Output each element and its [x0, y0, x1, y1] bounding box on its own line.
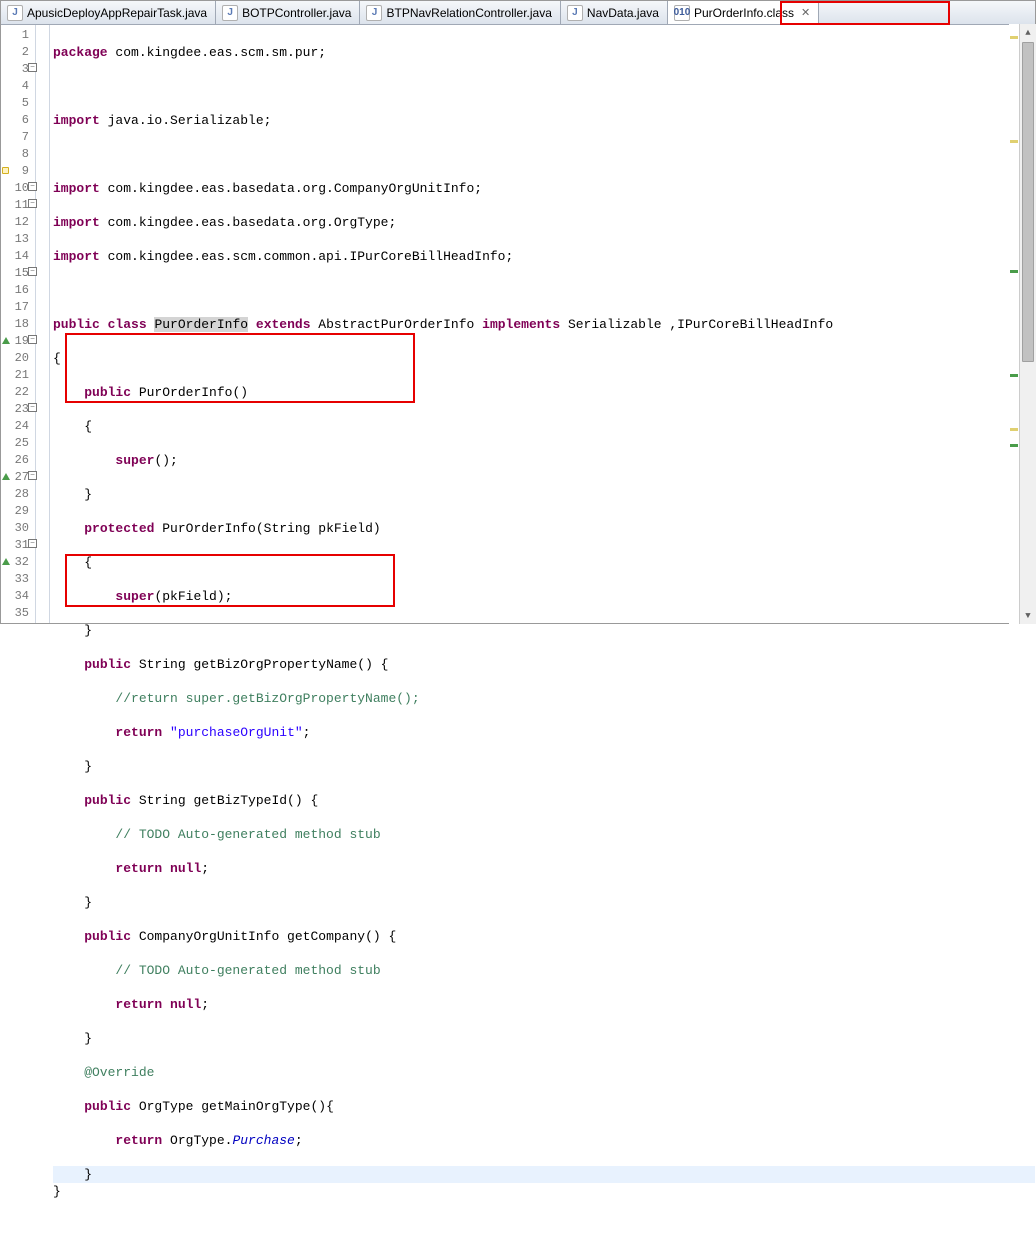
line-number: 8 [1, 146, 35, 163]
line-number-gutter: 1 2 3− 4 5 6 7 8 9 10− 11− 12 13 14 15− … [1, 25, 35, 623]
line-number: 24 [1, 418, 35, 435]
tab-apusic[interactable]: J ApusicDeployAppRepairTask.java [1, 1, 216, 24]
line-number: 19− [1, 333, 35, 350]
line-number: 14 [1, 248, 35, 265]
fold-icon[interactable]: − [28, 335, 37, 344]
line-number: 17 [1, 299, 35, 316]
scroll-up-icon[interactable]: ▲ [1020, 24, 1036, 41]
line-number: 9 [1, 163, 35, 180]
code-editor[interactable]: package com.kingdee.eas.scm.sm.pur; impo… [50, 25, 1035, 623]
line-number: 30 [1, 520, 35, 537]
override-marker-icon[interactable] [2, 337, 10, 344]
fold-icon[interactable]: − [28, 182, 37, 191]
java-file-icon: J [222, 5, 238, 21]
marker-tick [1010, 374, 1018, 377]
line-number: 10− [1, 180, 35, 197]
scroll-down-icon[interactable]: ▼ [1020, 607, 1036, 624]
marker-tick [1010, 140, 1018, 143]
line-number: 22 [1, 384, 35, 401]
scrollbar-thumb[interactable] [1022, 42, 1034, 362]
tab-btpnav[interactable]: J BTPNavRelationController.java [360, 1, 560, 24]
line-number: 29 [1, 503, 35, 520]
tab-label: BTPNavRelationController.java [386, 6, 551, 20]
line-number: 33 [1, 571, 35, 588]
line-number: 2 [1, 44, 35, 61]
java-file-icon: J [7, 5, 23, 21]
line-number: 34 [1, 588, 35, 605]
java-file-icon: J [366, 5, 382, 21]
java-file-icon: J [567, 5, 583, 21]
class-file-icon: 010 [674, 5, 690, 21]
marker-tick [1010, 270, 1018, 273]
line-number: 3− [1, 61, 35, 78]
override-marker-icon[interactable] [2, 558, 10, 565]
editor-area: 1 2 3− 4 5 6 7 8 9 10− 11− 12 13 14 15− … [1, 25, 1035, 623]
line-number: 16 [1, 282, 35, 299]
line-number: 21 [1, 367, 35, 384]
line-number: 23− [1, 401, 35, 418]
fold-icon[interactable]: − [28, 471, 37, 480]
line-number: 6 [1, 112, 35, 129]
line-number: 32 [1, 554, 35, 571]
tab-label: PurOrderInfo.class [694, 6, 794, 20]
fold-icon[interactable]: − [28, 63, 37, 72]
marker-tick [1010, 444, 1018, 447]
line-number: 26 [1, 452, 35, 469]
line-number: 31− [1, 537, 35, 554]
marker-tick [1010, 428, 1018, 431]
fold-icon[interactable]: − [28, 267, 37, 276]
tab-label: NavData.java [587, 6, 659, 20]
line-number: 28 [1, 486, 35, 503]
warning-marker-icon[interactable] [2, 167, 9, 174]
fold-icon[interactable]: − [28, 539, 37, 548]
vertical-scrollbar[interactable]: ▲ ▼ [1019, 24, 1036, 624]
folding-strip [36, 25, 50, 623]
tab-label: BOTPController.java [242, 6, 351, 20]
editor-tab-bar: J ApusicDeployAppRepairTask.java J BOTPC… [1, 1, 1035, 25]
line-number: 13 [1, 231, 35, 248]
line-number: 20 [1, 350, 35, 367]
line-number: 11− [1, 197, 35, 214]
overview-ruler[interactable] [1009, 24, 1019, 624]
line-number: 15− [1, 265, 35, 282]
line-number: 35 [1, 605, 35, 622]
line-number: 18 [1, 316, 35, 333]
override-marker-icon[interactable] [2, 473, 10, 480]
tab-navdata[interactable]: J NavData.java [561, 1, 668, 24]
marker-tick [1010, 36, 1018, 39]
fold-icon[interactable]: − [28, 199, 37, 208]
tab-label: ApusicDeployAppRepairTask.java [27, 6, 207, 20]
line-number: 4 [1, 78, 35, 95]
close-icon[interactable]: ✕ [801, 6, 810, 19]
line-number: 1 [1, 27, 35, 44]
line-number: 12 [1, 214, 35, 231]
line-number: 5 [1, 95, 35, 112]
line-number: 27− [1, 469, 35, 486]
tab-botp[interactable]: J BOTPController.java [216, 1, 360, 24]
fold-icon[interactable]: − [28, 403, 37, 412]
line-number: 7 [1, 129, 35, 146]
tab-purorderinfo[interactable]: 010 PurOrderInfo.class ✕ [668, 1, 819, 24]
line-number: 25 [1, 435, 35, 452]
